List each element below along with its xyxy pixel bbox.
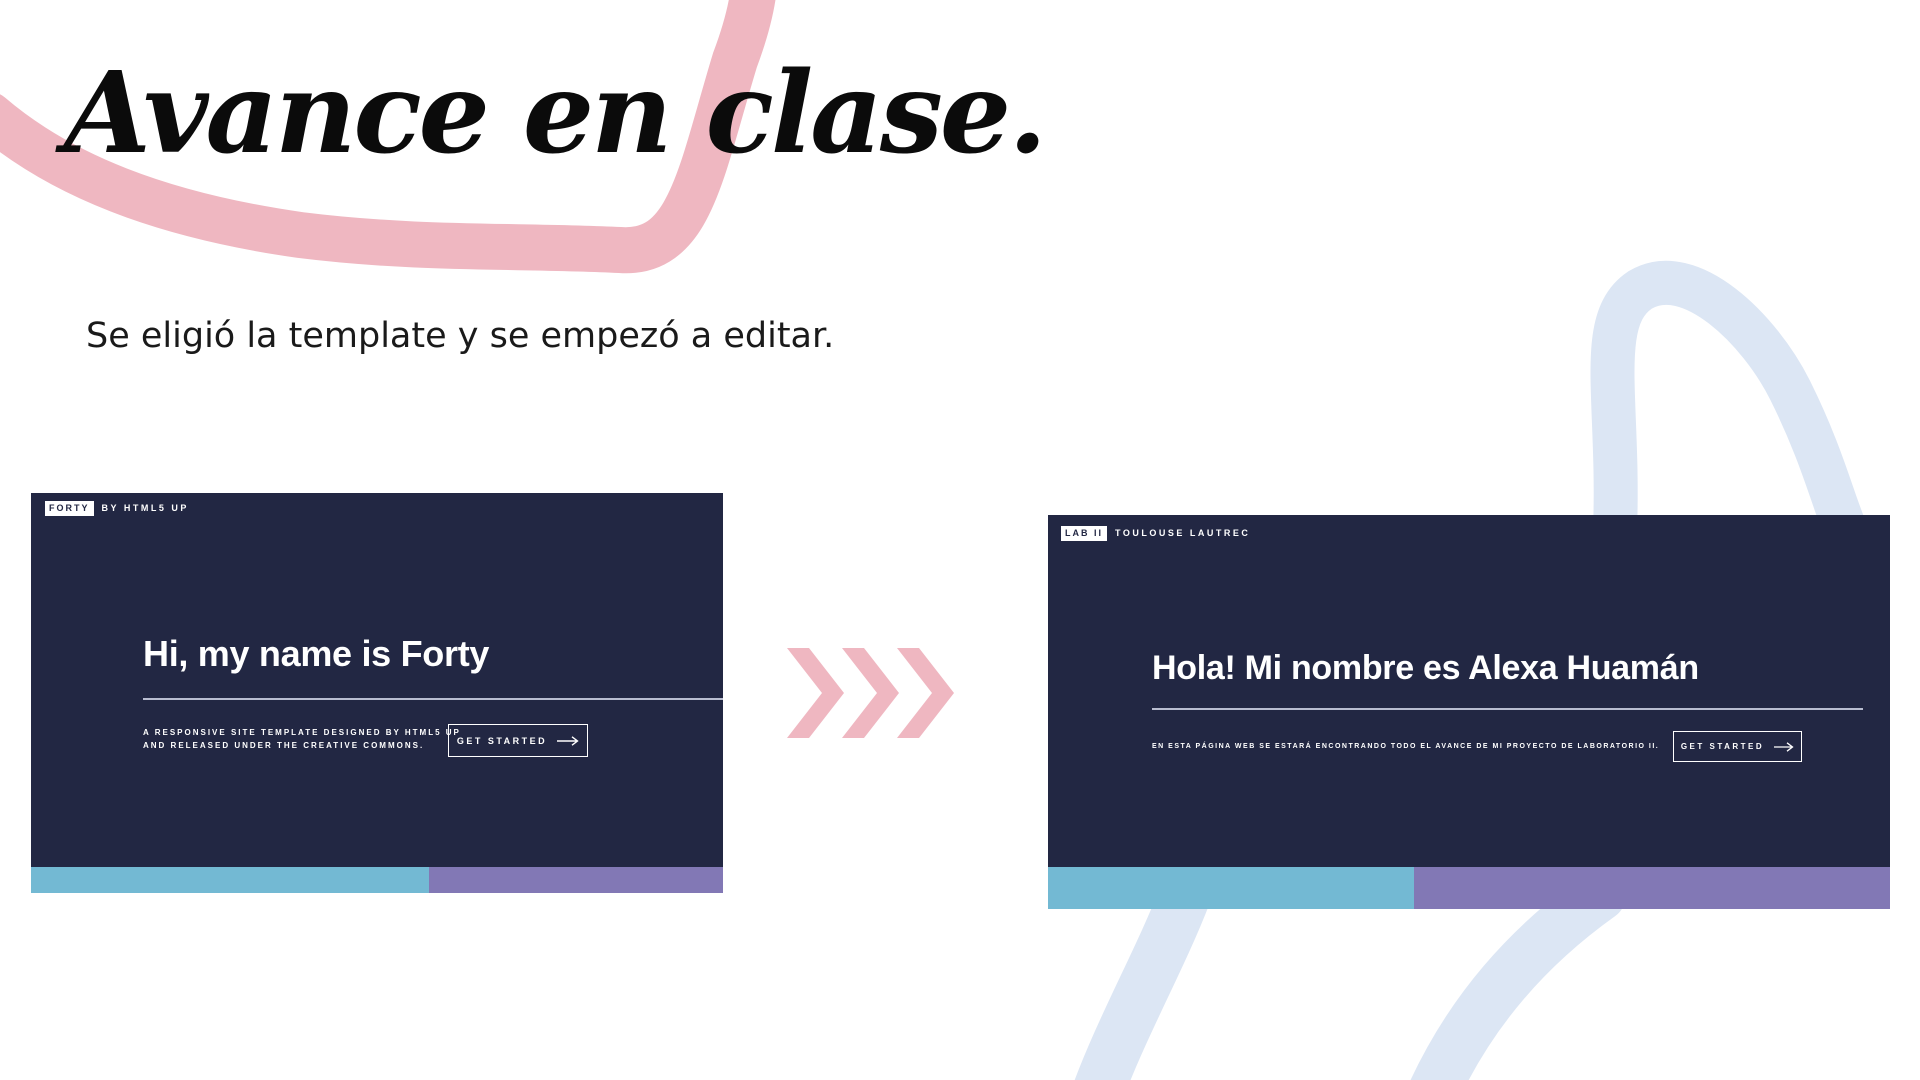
hero-description-line-2: and released under the Creative Commons. (143, 740, 425, 750)
hero-divider (143, 698, 723, 700)
get-started-label: GET STARTED (456, 735, 548, 746)
footer-stripe-cyan (1048, 867, 1415, 909)
hero-description: En esta página web se estará encontrando… (1152, 743, 1660, 750)
footer-stripe-purple (1414, 867, 1890, 909)
arrow-right-icon (557, 735, 579, 746)
footer-stripe-cyan (31, 867, 429, 893)
blue-brush-stroke-lower-left (1074, 869, 1211, 1080)
get-started-label: GET STARTED (1680, 742, 1765, 751)
footer-stripe-purple (428, 867, 723, 893)
logo-text: TOULOUSE LAUTREC (1115, 528, 1251, 538)
slide-title: Avance en clase. (64, 48, 1047, 179)
get-started-button[interactable]: GET STARTED (448, 724, 588, 757)
edited-site-screenshot: LAB II TOULOUSE LAUTREC Hola! Mi nombre … (1048, 515, 1890, 909)
slide-subtitle: Se eligió la template y se empezó a edit… (86, 316, 835, 356)
get-started-button[interactable]: GET STARTED (1673, 731, 1802, 762)
arrow-right-icon (1774, 741, 1794, 752)
original-template-screenshot: FORTY BY HTML5 UP Hi, my name is Forty A… (31, 493, 723, 893)
site-logo[interactable]: FORTY BY HTML5 UP (45, 501, 189, 516)
triple-chevron-right-icon (787, 648, 954, 738)
logo-box: FORTY (45, 501, 94, 516)
hero-title: Hi, my name is Forty (143, 633, 490, 674)
logo-box: LAB II (1061, 526, 1107, 541)
blue-brush-stroke-lower-right (1410, 869, 1626, 1080)
blue-brush-stroke-arch (1590, 261, 1872, 562)
hero-title: Hola! Mi nombre es Alexa Huamán (1152, 649, 1699, 687)
logo-text: BY HTML5 UP (101, 503, 189, 513)
site-logo[interactable]: LAB II TOULOUSE LAUTREC (1061, 526, 1250, 541)
hero-description-line-1: A responsive site template designed by H… (143, 728, 461, 737)
hero-description: A responsive site template designed by H… (143, 727, 461, 753)
hero-divider (1152, 708, 1863, 710)
